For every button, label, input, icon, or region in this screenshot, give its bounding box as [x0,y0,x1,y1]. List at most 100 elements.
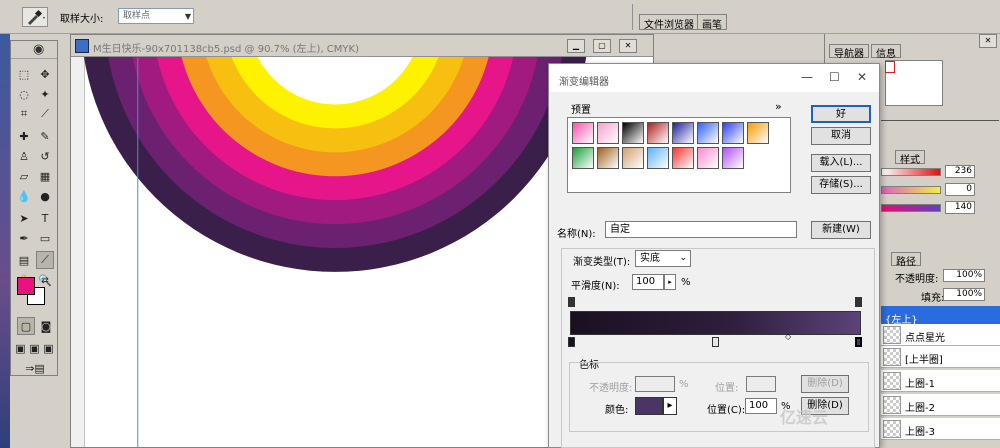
gradient-preset-swatch[interactable] [647,122,669,144]
minimize-icon[interactable]: ▁ [567,39,585,53]
gradient-preset-swatch[interactable] [572,147,594,169]
gradient-preset-swatch[interactable] [572,122,594,144]
name-field[interactable]: 自定 [605,221,797,238]
screen-mode-full-menu-icon[interactable]: ▣ [28,339,41,357]
color-value-m[interactable]: 0 [945,183,975,196]
clone-stamp-tool-icon[interactable]: ♙ [15,147,33,165]
gradient-preview-bar[interactable] [570,311,861,335]
smoothness-input[interactable]: 100 [632,274,664,290]
layer-row[interactable]: [上半圈] [881,346,1000,368]
tab-styles[interactable]: 样式 [895,150,925,166]
close-icon[interactable]: ✕ [857,70,867,84]
tab-paths[interactable]: 路径 [891,252,921,268]
load-button[interactable]: 载入(L)... [811,154,871,172]
close-icon[interactable]: ✕ [619,39,637,53]
opacity-stop-right[interactable] [855,297,862,307]
smoothness-dropdown-icon[interactable]: ▸ [664,274,676,290]
tab-brushes[interactable]: 画笔 [697,14,727,31]
chevron-down-icon: ⌄ [679,253,687,263]
minimize-icon[interactable]: — [801,70,813,84]
move-tool-icon[interactable]: ✥ [36,65,54,83]
photoshop-logo: ◉ [33,42,45,57]
tab-info[interactable]: 信息 [871,44,901,60]
tab-file-browser[interactable]: 文件浏览器 [639,14,699,31]
color-value-c[interactable]: 236 [945,165,975,178]
layer-thumbnail [883,420,901,438]
slice-tool-icon[interactable]: ⟋ [36,105,54,123]
gradient-preset-swatch[interactable] [697,147,719,169]
gradient-preset-swatch[interactable] [622,147,644,169]
ok-button[interactable]: 好 [811,105,871,123]
color-stop-selected[interactable] [855,337,862,347]
stop-position-input[interactable]: 100 [745,398,777,414]
jump-to-imageready-icon[interactable]: ⇒▤ [17,359,53,377]
color-slider-m[interactable] [881,186,941,194]
gradient-preset-swatch[interactable] [747,122,769,144]
screen-mode-full-icon[interactable]: ▣ [42,339,55,357]
magic-wand-tool-icon[interactable]: ✦ [36,85,54,103]
gradient-preset-swatch[interactable] [597,122,619,144]
eraser-tool-icon[interactable]: ▱ [15,167,33,185]
layer-row[interactable]: 上圈-2 [881,394,1000,416]
screen-mode-standard-icon[interactable]: ▣ [14,339,27,357]
history-brush-tool-icon[interactable]: ↺ [36,147,54,165]
lasso-tool-icon[interactable]: ◌ [15,85,33,103]
save-button[interactable]: 存储(S)... [811,176,871,194]
opacity-stop-left[interactable] [568,297,575,307]
eyedropper-tool-preset[interactable] [22,7,48,27]
gradient-preset-swatch[interactable] [672,147,694,169]
healing-brush-tool-icon[interactable]: ✚ [15,127,33,145]
shape-tool-icon[interactable]: ▭ [36,229,54,247]
layer-row[interactable]: 点点星光 [881,324,1000,346]
zoom-slider[interactable] [881,120,999,126]
standard-mode-icon[interactable]: ▢ [17,317,35,335]
stop-color-label: 颜色: [605,405,629,416]
color-value-y[interactable]: 140 [945,201,975,214]
path-selection-tool-icon[interactable]: ➤ [15,209,33,227]
presets-list [567,117,791,193]
maximize-icon[interactable]: ☐ [829,70,840,84]
stop-color-menu-icon[interactable]: ▸ [663,397,677,415]
presets-menu-icon[interactable]: » [775,100,782,113]
notes-tool-icon[interactable]: ▤ [15,251,33,269]
marquee-tool-icon[interactable]: ⬚ [15,65,33,83]
layer-row[interactable]: 上圈-1 [881,370,1000,392]
color-stop-left[interactable] [568,337,575,347]
color-slider-c[interactable] [881,168,941,176]
layer-opacity-input[interactable]: 100% [943,269,985,282]
color-midpoint-icon[interactable]: ◇ [785,332,791,341]
brush-tool-icon[interactable]: ✎ [36,127,54,145]
crop-tool-icon[interactable]: ⌗ [15,105,33,123]
maximize-icon[interactable]: ▢ [593,39,611,53]
stop-opacity-percent: % [679,379,689,390]
swap-colors-icon[interactable]: ⇄ [39,275,51,287]
gradient-preset-swatch[interactable] [697,122,719,144]
foreground-color-swatch[interactable] [17,277,35,295]
gradient-preset-swatch[interactable] [622,122,644,144]
dodge-tool-icon[interactable]: ● [36,187,54,205]
gradient-preset-swatch[interactable] [672,122,694,144]
eyedropper-tool-icon[interactable]: ⟋ [36,251,54,269]
color-slider-y[interactable] [881,204,941,212]
color-stop-middle[interactable] [712,337,719,347]
sample-size-select[interactable]: 取样点 ▼ [118,8,194,24]
gradient-preset-swatch[interactable] [597,147,619,169]
stop-opacity-position-label: 位置: [715,383,739,394]
quick-mask-mode-icon[interactable]: ◙ [37,317,55,335]
layer-fill-input[interactable]: 100% [943,288,985,301]
gradient-type-select[interactable]: 实底 ⌄ [635,250,691,267]
gradient-preset-swatch[interactable] [722,122,744,144]
gradient-preset-swatch[interactable] [647,147,669,169]
panel-close-icon[interactable]: ✕ [979,34,997,48]
cancel-button[interactable]: 取消 [811,127,871,145]
tab-navigator[interactable]: 导航器 [829,44,869,60]
navigator-preview[interactable] [885,60,943,106]
layer-row[interactable]: 上圈-3 [881,418,1000,440]
pen-tool-icon[interactable]: ✒ [15,229,33,247]
gradient-tool-icon[interactable]: ▦ [36,167,54,185]
stop-color-swatch[interactable] [635,397,663,415]
blur-tool-icon[interactable]: 💧 [15,187,33,205]
type-tool-icon[interactable]: T [36,209,54,227]
new-button[interactable]: 新建(W) [811,221,871,239]
gradient-preset-swatch[interactable] [722,147,744,169]
